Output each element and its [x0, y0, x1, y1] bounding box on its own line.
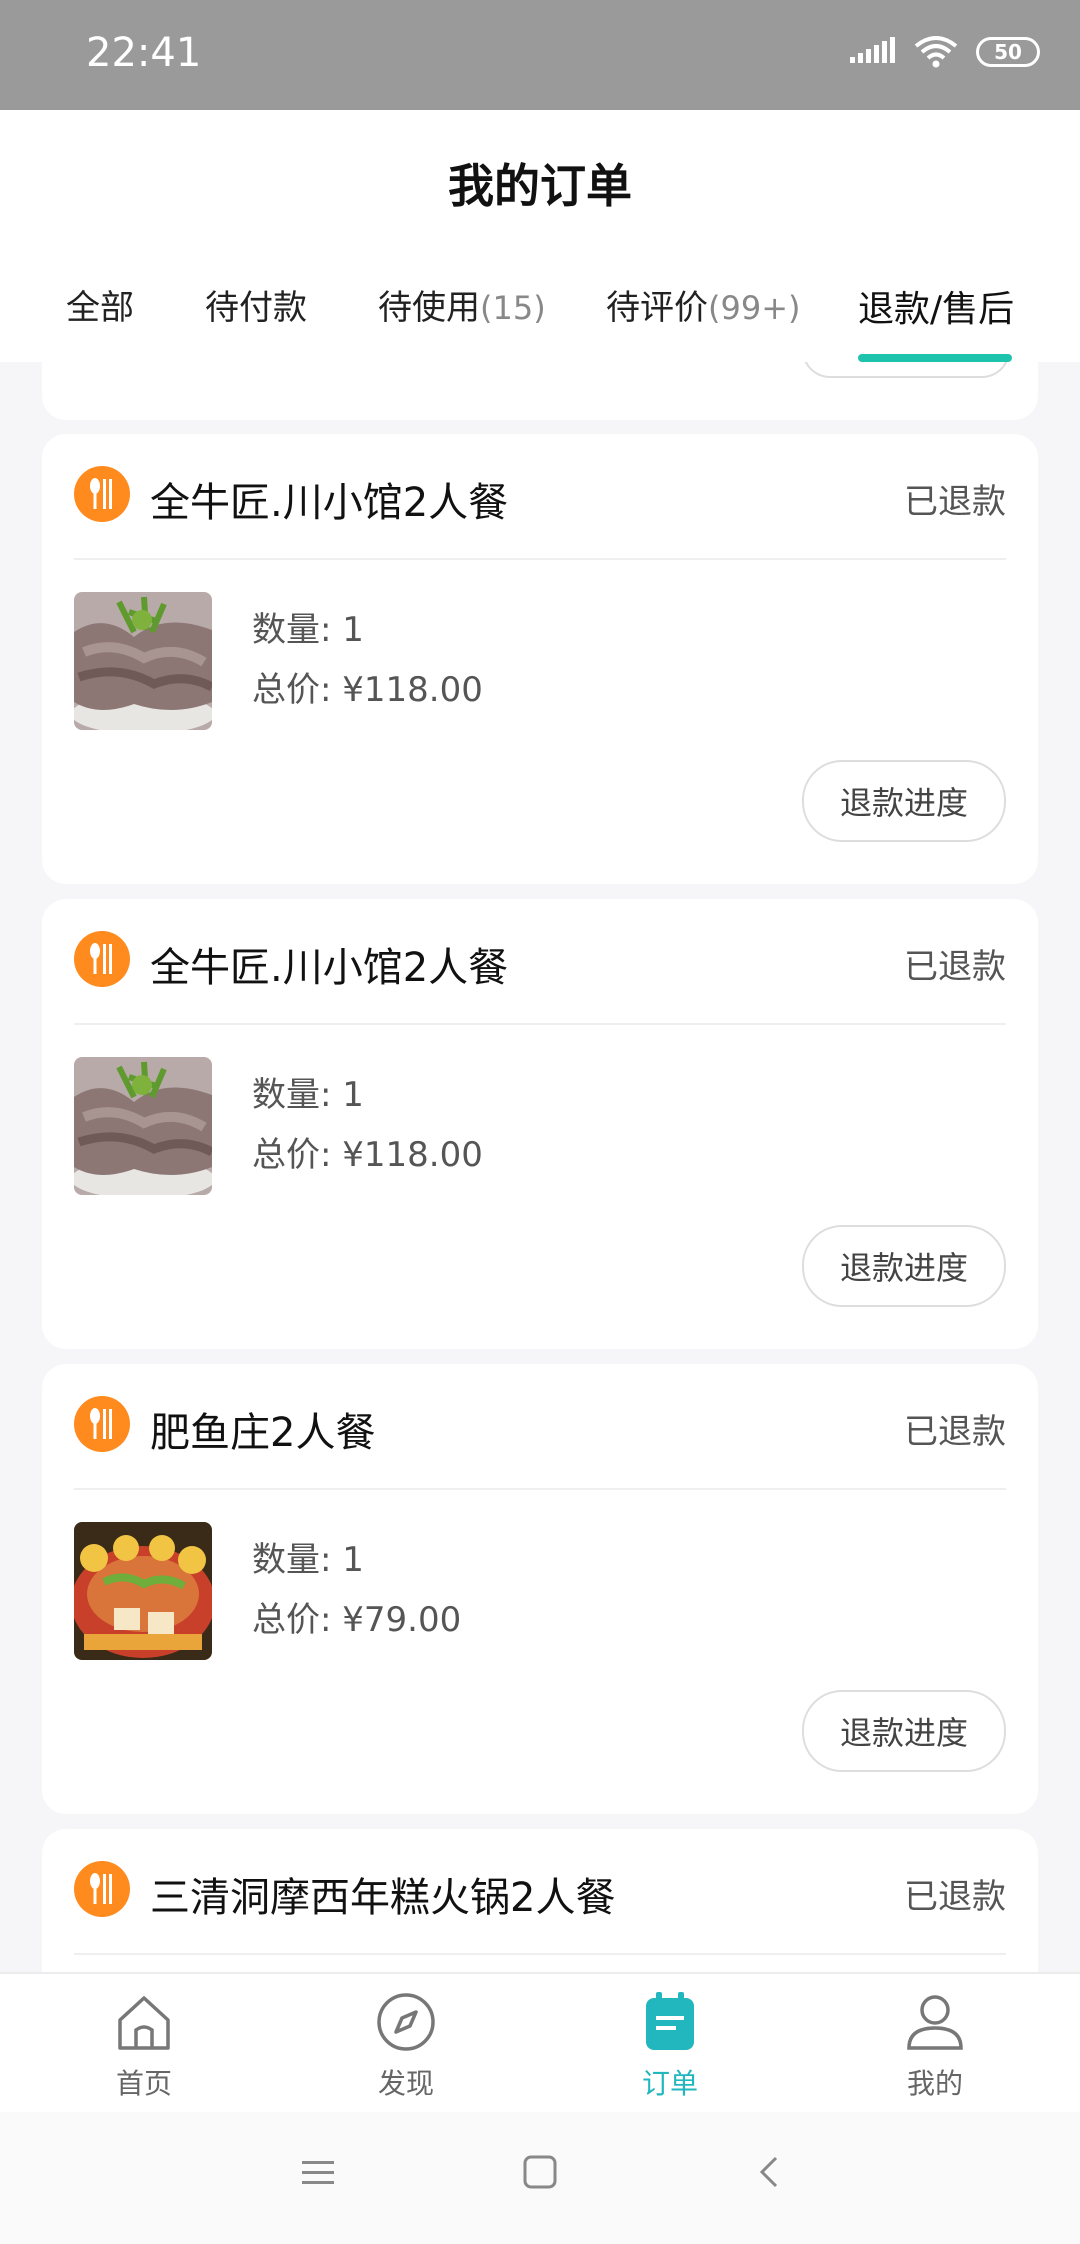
status-time: 22:41 — [86, 30, 202, 76]
system-nav-bar — [0, 2112, 1080, 2244]
tab-count: (15) — [480, 289, 546, 327]
divider — [74, 558, 1006, 560]
restaurant-icon — [74, 1396, 130, 1452]
shop-name[interactable]: 肥鱼庄2人餐 — [150, 1400, 375, 1458]
nav-orders[interactable]: 订单 — [595, 1992, 745, 2102]
order-status: 已退款 — [904, 482, 1006, 522]
header: 我的订单 全部 待付款 待使用(15) 待评价(99+) 退款/售后 — [0, 110, 1080, 362]
nav-profile[interactable]: 我的 — [860, 1992, 1010, 2102]
tab-label: 待付款 — [205, 288, 307, 328]
order-card-partial — [42, 362, 1038, 420]
nav-home[interactable]: 首页 — [69, 1992, 219, 2102]
order-card[interactable]: 三清洞摩西年糕火锅2人餐 已退款 — [42, 1829, 1038, 1972]
order-total-price: 总价: ¥79.00 — [252, 1600, 462, 1640]
active-tab-indicator — [858, 354, 1012, 362]
order-tabs: 全部 待付款 待使用(15) 待评价(99+) 退款/售后 — [0, 280, 1080, 360]
order-clipboard-icon — [646, 1992, 694, 2050]
tab-label: 全部 — [66, 288, 134, 328]
divider — [74, 1023, 1006, 1025]
order-status: 已退款 — [904, 1877, 1006, 1917]
battery-level: 50 — [994, 40, 1022, 64]
nav-discover[interactable]: 发现 — [331, 1992, 481, 2102]
order-total-price: 总价: ¥118.00 — [252, 670, 483, 710]
order-card[interactable]: 肥鱼庄2人餐 已退款 数量: 1 总价: ¥79.00 退款进度 — [42, 1364, 1038, 1814]
wifi-icon — [914, 36, 958, 68]
status-bar: 22:41 50 — [0, 0, 1080, 110]
shop-name[interactable]: 全牛匠.川小馆2人餐 — [150, 935, 508, 993]
refund-progress-button-partial[interactable] — [802, 362, 1010, 378]
divider — [74, 1488, 1006, 1490]
beef-dish-image[interactable] — [74, 592, 212, 730]
home-square-icon[interactable] — [522, 2154, 558, 2190]
nav-label: 我的 — [906, 2067, 963, 2100]
nav-label: 首页 — [115, 2067, 172, 2100]
beef-dish-image[interactable] — [74, 1057, 212, 1195]
shop-name[interactable]: 全牛匠.川小馆2人餐 — [150, 470, 508, 528]
menu-icon[interactable] — [300, 2154, 336, 2190]
tab-pending-payment[interactable]: 待付款 — [205, 280, 307, 329]
bottom-nav: 首页 发现 订单 我的 — [0, 1972, 1080, 2112]
back-icon[interactable] — [752, 2154, 788, 2190]
nav-label: 发现 — [377, 2067, 434, 2100]
tab-refund-aftersale[interactable]: 退款/售后 — [858, 280, 1014, 332]
page-title: 我的订单 — [448, 159, 632, 213]
order-card[interactable]: 全牛匠.川小馆2人餐 已退款 数量: 1 总价: ¥118.00 退款进度 — [42, 434, 1038, 884]
refund-progress-button[interactable]: 退款进度 — [802, 760, 1006, 842]
order-card[interactable]: 全牛匠.川小馆2人餐 已退款 数量: 1 总价: ¥118.00 退款进度 — [42, 899, 1038, 1349]
home-icon — [118, 1996, 170, 2050]
tab-all[interactable]: 全部 — [66, 280, 134, 329]
nav-label: 订单 — [641, 2067, 698, 2100]
restaurant-icon — [74, 1861, 130, 1917]
status-icons: 50 — [850, 36, 1040, 68]
order-quantity: 数量: 1 — [252, 1540, 364, 1580]
signal-icon — [850, 37, 895, 63]
tab-label: 待评价 — [606, 288, 708, 328]
restaurant-icon — [74, 466, 130, 522]
order-status: 已退款 — [904, 947, 1006, 987]
tab-count: (99+) — [708, 289, 801, 327]
tab-pending-use[interactable]: 待使用(15) — [378, 280, 546, 329]
order-total-price: 总价: ¥118.00 — [252, 1135, 483, 1175]
tab-label: 待使用 — [378, 288, 480, 328]
shop-name[interactable]: 三清洞摩西年糕火锅2人餐 — [150, 1865, 615, 1923]
order-quantity: 数量: 1 — [252, 610, 364, 650]
tab-pending-review[interactable]: 待评价(99+) — [606, 280, 801, 329]
battery-indicator: 50 — [976, 37, 1040, 67]
compass-icon — [377, 1993, 435, 2051]
refund-progress-button[interactable]: 退款进度 — [802, 1690, 1006, 1772]
restaurant-icon — [74, 931, 130, 987]
order-status: 已退款 — [904, 1412, 1006, 1452]
tab-label: 退款/售后 — [858, 289, 1015, 330]
fish-hotpot-image[interactable] — [74, 1522, 212, 1660]
order-quantity: 数量: 1 — [252, 1075, 364, 1115]
refund-progress-button[interactable]: 退款进度 — [802, 1225, 1006, 1307]
divider — [74, 1953, 1006, 1955]
user-icon — [907, 1995, 963, 2050]
order-list[interactable]: 全牛匠.川小馆2人餐 已退款 数量: 1 总价: ¥118.00 退款进度 全牛… — [0, 362, 1080, 1972]
